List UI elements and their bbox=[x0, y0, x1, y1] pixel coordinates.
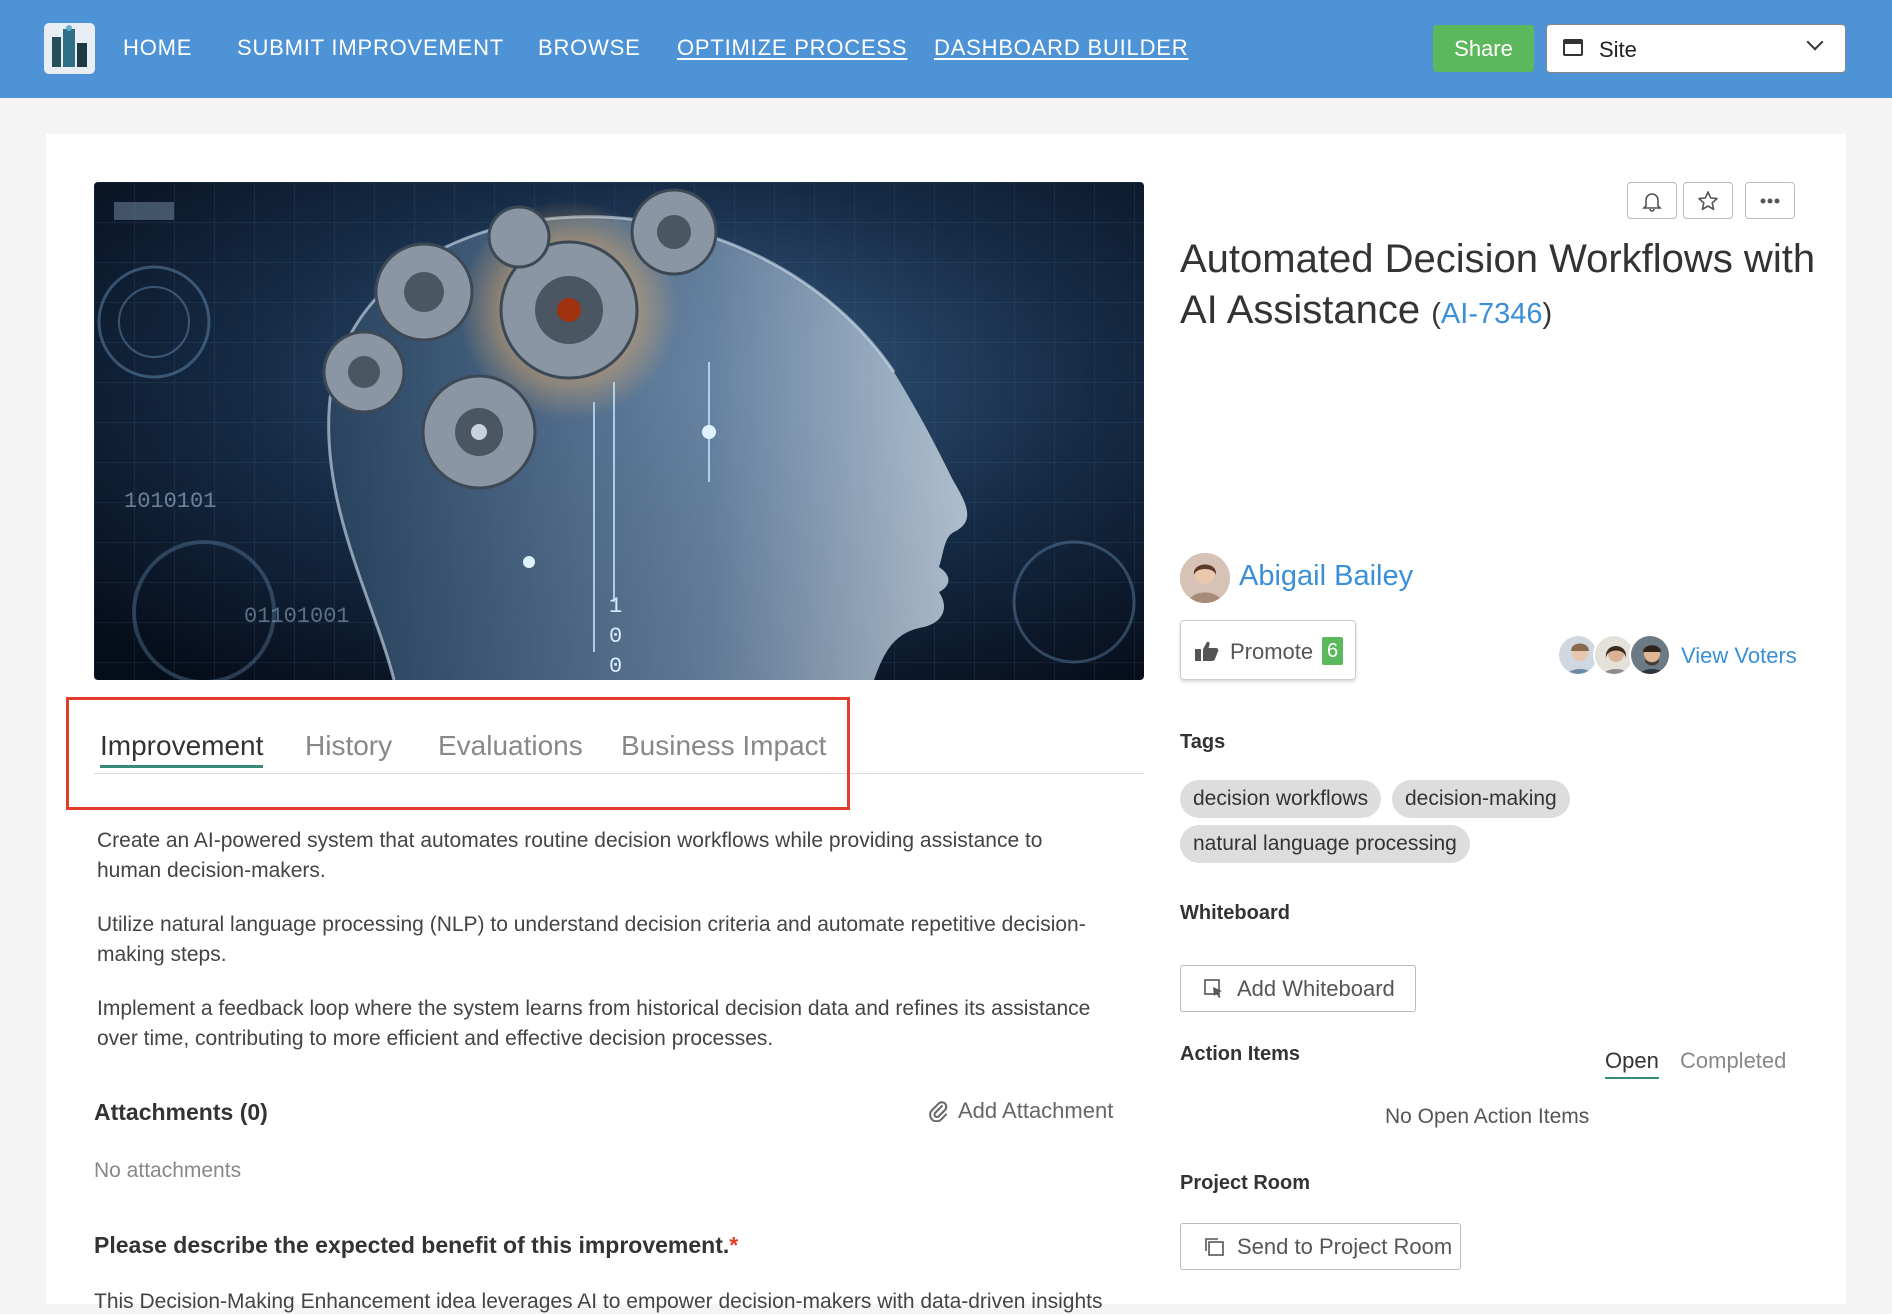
add-whiteboard-button[interactable]: Add Whiteboard bbox=[1180, 965, 1416, 1012]
idea-title: Automated Decision Workflows with AI Ass… bbox=[1180, 234, 1820, 340]
tags-heading: Tags bbox=[1180, 731, 1226, 753]
promote-button[interactable]: Promote 6 bbox=[1180, 620, 1356, 680]
send-to-project-room-label: Send to Project Room bbox=[1237, 1233, 1453, 1259]
favorite-button[interactable] bbox=[1683, 182, 1733, 219]
no-action-items-text: No Open Action Items bbox=[1385, 1105, 1590, 1128]
site-select-value: Site bbox=[1599, 37, 1637, 62]
add-attachment-label: Add Attachment bbox=[958, 1098, 1114, 1123]
project-room-heading: Project Room bbox=[1180, 1172, 1311, 1194]
idea-code: (AI-7346) bbox=[1431, 298, 1553, 330]
tab-business-impact[interactable]: Business Impact bbox=[621, 730, 826, 762]
view-voters-link[interactable]: View Voters bbox=[1681, 643, 1797, 669]
svg-text:1010101: 1010101 bbox=[124, 489, 216, 514]
site-select[interactable]: Site bbox=[1546, 24, 1846, 73]
author-name-link[interactable]: Abigail Bailey bbox=[1239, 560, 1413, 593]
tag-chip[interactable]: natural language processing bbox=[1180, 825, 1470, 863]
tab-open-action-items[interactable]: Open bbox=[1605, 1048, 1659, 1079]
benefit-question-text: Please describe the expected benefit of … bbox=[94, 1232, 730, 1258]
star-icon bbox=[1698, 190, 1718, 210]
hero-image: 1010101 01101001 1 0 0 bbox=[94, 182, 1144, 680]
tab-improvement[interactable]: Improvement bbox=[100, 730, 264, 768]
add-whiteboard-label: Add Whiteboard bbox=[1237, 975, 1395, 1001]
tab-completed-action-items[interactable]: Completed bbox=[1680, 1048, 1786, 1074]
share-button[interactable]: Share bbox=[1433, 25, 1534, 72]
nav-optimize-process[interactable]: OPTIMIZE PROCESS bbox=[677, 35, 907, 61]
top-navbar: HOME SUBMIT IMPROVEMENT BROWSE OPTIMIZE … bbox=[0, 0, 1892, 98]
description-paragraph: Implement a feedback loop where the syst… bbox=[97, 997, 1091, 1050]
nav-browse[interactable]: BROWSE bbox=[538, 35, 641, 61]
add-attachment-button[interactable]: Add Attachment bbox=[928, 1098, 1113, 1124]
promote-count-badge: 6 bbox=[1322, 637, 1343, 665]
tab-evaluations[interactable]: Evaluations bbox=[438, 730, 583, 762]
nav-dashboard-builder[interactable]: DASHBOARD BUILDER bbox=[934, 35, 1188, 61]
chevron-down-icon bbox=[1806, 33, 1824, 51]
required-mark: * bbox=[729, 1232, 739, 1258]
benefit-question: Please describe the expected benefit of … bbox=[94, 1232, 738, 1259]
voter-avatar[interactable] bbox=[1629, 634, 1671, 676]
paperclip-icon bbox=[929, 1101, 948, 1122]
no-attachments-text: No attachments bbox=[94, 1159, 242, 1182]
more-options-button[interactable] bbox=[1745, 182, 1795, 219]
ellipsis-icon bbox=[1760, 198, 1780, 203]
whiteboard-heading: Whiteboard bbox=[1180, 902, 1290, 924]
copy-icon bbox=[1205, 1237, 1224, 1256]
window-icon bbox=[1563, 39, 1583, 56]
nav-submit-improvement[interactable]: SUBMIT IMPROVEMENT bbox=[237, 35, 504, 61]
idea-code-link[interactable]: AI-7346 bbox=[1441, 298, 1543, 330]
send-to-project-room-button[interactable]: Send to Project Room bbox=[1180, 1223, 1461, 1270]
tab-history[interactable]: History bbox=[305, 730, 392, 762]
action-items-heading: Action Items bbox=[1180, 1043, 1301, 1065]
nav-home[interactable]: HOME bbox=[123, 35, 192, 61]
promote-label: Promote bbox=[1230, 639, 1314, 664]
svg-text:0: 0 bbox=[609, 624, 622, 649]
thumbs-up-icon bbox=[1195, 641, 1219, 661]
attachments-heading: Attachments (0) bbox=[94, 1099, 268, 1125]
svg-text:01101001: 01101001 bbox=[244, 604, 350, 629]
tag-chip[interactable]: decision-making bbox=[1392, 780, 1570, 818]
bell-icon bbox=[1642, 192, 1662, 212]
author-avatar[interactable] bbox=[1180, 553, 1230, 603]
description-paragraph: Create an AI-powered system that automat… bbox=[97, 829, 1043, 882]
whiteboard-cursor-icon bbox=[1204, 978, 1222, 998]
benefit-answer: This Decision-Making Enhancement idea le… bbox=[94, 1290, 1103, 1313]
tag-chip[interactable]: decision workflows bbox=[1180, 780, 1382, 818]
subscribe-button[interactable] bbox=[1627, 182, 1677, 219]
svg-text:1: 1 bbox=[609, 594, 622, 619]
idea-tabs: Improvement History Evaluations Business… bbox=[94, 730, 1144, 774]
description-paragraph: Utilize natural language processing (NLP… bbox=[97, 913, 1086, 966]
svg-text:0: 0 bbox=[609, 654, 622, 679]
app-logo[interactable] bbox=[44, 23, 95, 74]
